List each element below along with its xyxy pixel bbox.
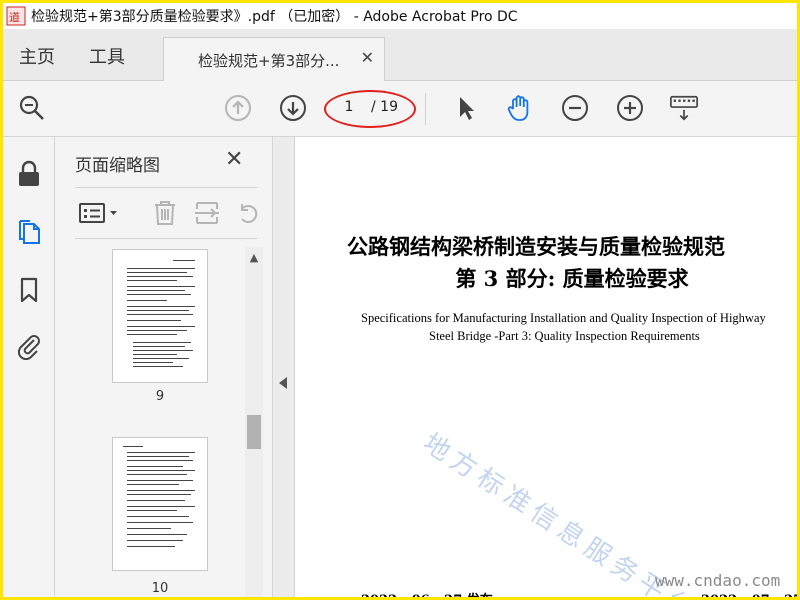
undo-icon[interactable]	[233, 198, 259, 228]
paperclip-icon[interactable]	[14, 331, 44, 361]
nav-tools[interactable]: 工具	[89, 43, 125, 69]
thumbnails-panel: 页面缩略图 ✕ 9 10 ▲	[55, 137, 273, 597]
hand-icon[interactable]	[505, 93, 535, 123]
thumbnail-label: 10	[151, 581, 169, 596]
select-cursor-icon[interactable]	[451, 93, 481, 123]
panel-title: 页面缩略图	[75, 156, 160, 176]
zoom-out-icon[interactable]	[560, 93, 590, 123]
thumbnail-scrollbar[interactable]: ▲	[245, 247, 263, 597]
thumbnail-list: 9 10	[55, 243, 253, 597]
implement-date: 2022 - 07 - 27 实	[701, 589, 797, 597]
site-watermark: www.cndao.com	[655, 571, 781, 590]
document-tab-label: 检验规范+第3部分...	[198, 52, 340, 70]
tab-close-icon[interactable]: ✕	[361, 48, 374, 67]
page-highlight-circle	[324, 90, 416, 128]
zoom-icon[interactable]	[17, 93, 47, 123]
window-title: 检验规范+第3部分质量检验要求》.pdf （已加密） - Adobe Acrob…	[31, 9, 518, 25]
options-icon[interactable]	[77, 198, 121, 228]
thumbnail-page-9[interactable]	[112, 249, 208, 383]
app-logo: 道	[3, 3, 29, 29]
thumbnail-page-10[interactable]	[112, 437, 208, 571]
toolbar: 1 / 19	[3, 81, 797, 137]
page-down-icon[interactable]	[278, 93, 308, 123]
insert-page-icon[interactable]	[193, 198, 221, 228]
toolbar-separator	[425, 93, 426, 125]
collapse-arrow-icon[interactable]	[279, 377, 287, 389]
panel-close-icon[interactable]: ✕	[225, 147, 243, 172]
app-window: 道 检验规范+第3部分质量检验要求》.pdf （已加密） - Adobe Acr…	[3, 3, 797, 597]
thumbnail-label: 9	[155, 389, 165, 404]
document-title-en-line1: Specifications for Manufacturing Install…	[361, 311, 766, 325]
bookmark-icon[interactable]	[14, 275, 44, 305]
panel-toolbar	[75, 187, 259, 239]
keyboard-scroll-icon[interactable]	[669, 93, 699, 123]
title-bar: 道 检验规范+第3部分质量检验要求》.pdf （已加密） - Adobe Acr…	[3, 3, 797, 29]
delete-icon[interactable]	[151, 198, 179, 228]
left-rail	[3, 137, 55, 597]
lock-icon[interactable]	[14, 159, 44, 189]
scroll-up-icon[interactable]: ▲	[245, 251, 263, 264]
document-page: 公路钢结构梁桥制造安装与质量检验规范 第 3 部分: 质量检验要求 Specif…	[295, 137, 797, 597]
panel-collapse-strip[interactable]	[273, 137, 295, 597]
nav-home[interactable]: 主页	[19, 43, 55, 69]
document-title-cn-line2: 第 3 部分: 质量检验要求	[455, 266, 689, 291]
svg-text:道: 道	[9, 10, 20, 24]
page-thumbnails-icon[interactable]	[14, 217, 44, 247]
publish-date: 2022 - 06 - 27 发布	[361, 589, 493, 597]
document-title-cn-line1: 公路钢结构梁桥制造安装与质量检验规范	[347, 234, 725, 259]
zoom-in-icon[interactable]	[615, 93, 645, 123]
page-up-icon[interactable]	[223, 93, 253, 123]
scroll-thumb[interactable]	[247, 415, 261, 449]
document-tab[interactable]: 检验规范+第3部分... ✕	[163, 37, 385, 81]
tab-bar: 主页 工具 检验规范+第3部分... ✕	[3, 29, 797, 81]
document-title-en-line2: Steel Bridge -Part 3: Quality Inspection…	[429, 329, 700, 343]
